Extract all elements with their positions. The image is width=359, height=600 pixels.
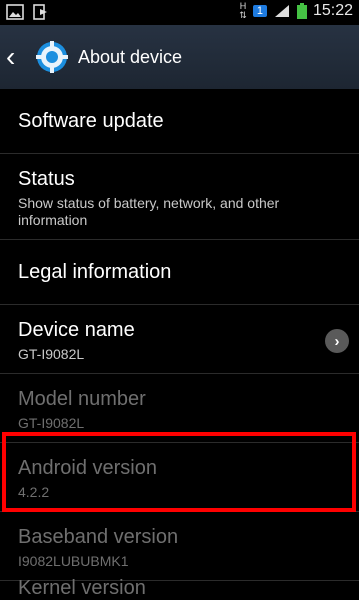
list-item-subtitle: GT-I9082L <box>18 346 85 362</box>
sign-in-icon <box>33 4 47 20</box>
list-item-baseband-version: Baseband version I9082LUBUBMK1 <box>0 512 359 581</box>
sim-badge-text: 1 <box>256 5 263 17</box>
page-title: About device <box>78 46 183 67</box>
list-item-subtitle: Show status of battery, network, and oth… <box>18 195 280 228</box>
back-button[interactable]: ‹ <box>6 43 28 71</box>
list-item-title: Baseband version <box>18 526 179 548</box>
image-notification-icon <box>6 4 24 20</box>
list-item-title: Software update <box>18 109 164 132</box>
hspa-icon: H ⇅ <box>239 1 247 20</box>
list-item-device-name[interactable]: Device name GT-I9082L › <box>0 305 359 374</box>
list-item-android-version: Android version 4.2.2 <box>0 443 359 512</box>
list-item-title: Status <box>18 168 75 190</box>
list-item-status[interactable]: Status Show status of battery, network, … <box>0 154 359 240</box>
list-item-subtitle: I9082LUBUBMK1 <box>18 553 129 569</box>
action-bar: ‹ About device <box>0 25 359 89</box>
signal-icon <box>274 5 289 17</box>
sim1-icon: 1 <box>252 5 267 17</box>
settings-gear-icon[interactable] <box>34 39 70 75</box>
settings-list: Software update Status Show status of ba… <box>0 89 359 581</box>
list-item-title: Device name <box>18 319 135 341</box>
list-item-title: Model number <box>18 388 146 410</box>
list-item-subtitle: GT-I9082L <box>18 415 85 431</box>
clock: 15:22 <box>312 2 353 19</box>
status-bar: H ⇅ 1 15:22 <box>0 0 359 25</box>
network-type-text: H <box>239 1 247 11</box>
list-item-model-number: Model number GT-I9082L <box>0 374 359 443</box>
list-item-title: Android version <box>18 457 157 479</box>
list-item-software-update[interactable]: Software update <box>0 89 359 154</box>
list-item-legal-information[interactable]: Legal information <box>0 240 359 305</box>
battery-icon <box>296 3 307 19</box>
list-item-title: Legal information <box>18 260 172 283</box>
chevron-right-icon[interactable]: › <box>325 329 349 353</box>
list-item-subtitle: 4.2.2 <box>18 484 50 500</box>
